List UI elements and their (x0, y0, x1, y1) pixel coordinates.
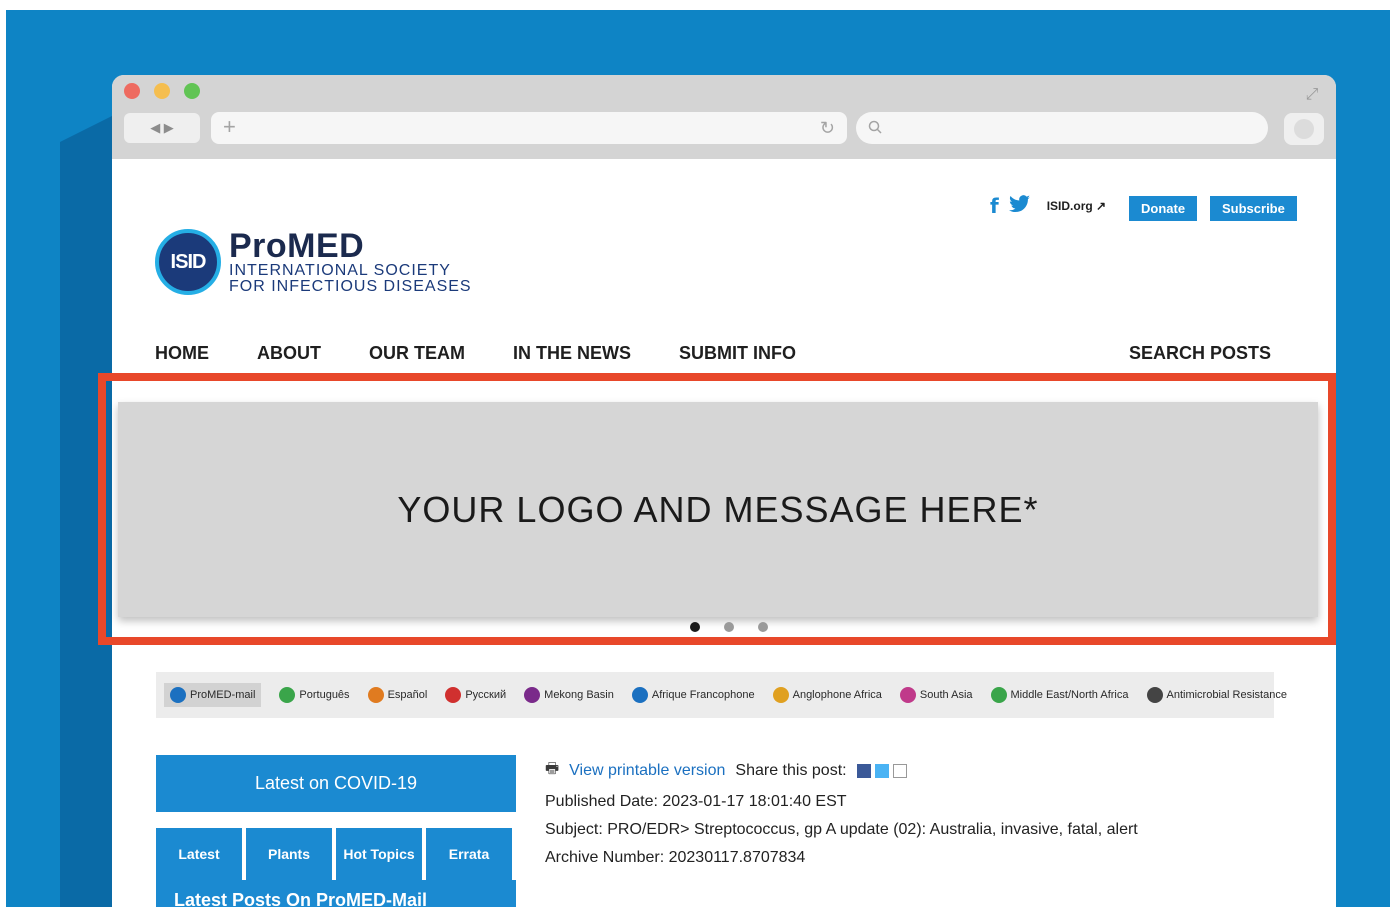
plus-icon[interactable]: + (223, 116, 236, 138)
carousel-dot[interactable] (724, 622, 734, 632)
mail-share-icon[interactable] (892, 763, 907, 778)
language-label: ProMED-mail (190, 689, 256, 701)
globe-icon (1146, 687, 1163, 703)
language-label: Afrique Francophone (651, 689, 755, 701)
facebook-share-icon[interactable] (856, 763, 871, 778)
language-item[interactable]: Español (367, 687, 428, 703)
close-window-button[interactable] (124, 83, 140, 99)
tab-plants[interactable]: Plants (246, 828, 332, 880)
expand-icon[interactable]: ⤢ (1302, 85, 1322, 105)
language-item[interactable]: Middle East/North Africa (990, 687, 1129, 703)
isid-org-link[interactable]: ISID.org ↗ (1047, 199, 1106, 213)
language-label: South Asia (919, 689, 973, 701)
twitter-share-icon[interactable] (874, 763, 889, 778)
language-item[interactable]: Afrique Francophone (631, 687, 755, 703)
globe-icon (367, 687, 384, 703)
promed-logo[interactable]: ISID ProMED INTERNATIONAL SOCIETY FOR IN… (155, 229, 472, 295)
subscribe-button[interactable]: Subscribe (1210, 196, 1297, 221)
globe-icon (772, 687, 789, 703)
language-bar: ProMED-mail Português Español Русский Mekong… (156, 672, 1287, 718)
printable-version-link[interactable]: View printable version (569, 762, 725, 780)
browser-chrome: ⤢ ◀ ▶ + ↻ (112, 75, 1336, 159)
logo-title: ProMED (229, 227, 365, 265)
nav-in-the-news[interactable]: IN THE NEWS (513, 343, 631, 364)
logo-subtitle-1: INTERNATIONAL SOCIETY (229, 262, 451, 279)
printer-icon: 🖶 (545, 759, 560, 777)
globe-icon (170, 687, 186, 703)
back-forward-buttons[interactable]: ◀ ▶ (124, 113, 200, 143)
post-meta: 🖶 View printable version Share this post… (545, 758, 1245, 867)
language-item[interactable]: Antimicrobial Resistance (1146, 687, 1287, 703)
promo-message: YOUR LOGO AND MESSAGE HERE* (397, 488, 1039, 530)
main-nav: HOME ABOUT OUR TEAM IN THE NEWS SUBMIT I… (155, 343, 796, 364)
latest-covid-button[interactable]: Latest on COVID-19 (156, 755, 516, 812)
logo-text: ProMED INTERNATIONAL SOCIETY FOR INFECTI… (229, 229, 472, 295)
carousel-dot[interactable] (758, 622, 768, 632)
language-item[interactable]: South Asia (899, 687, 973, 703)
carousel-dot[interactable] (690, 622, 700, 632)
donate-button[interactable]: Donate (1129, 196, 1198, 221)
language-item[interactable]: Anglophone Africa (772, 687, 882, 703)
address-bar[interactable]: + ↻ (211, 112, 847, 144)
share-icons (856, 763, 907, 778)
language-label: Mekong Basin (544, 689, 614, 701)
sidebar-tabs: Latest Plants Hot Topics Errata (156, 828, 512, 880)
minimize-window-button[interactable] (154, 83, 170, 99)
browser-search-bar[interactable] (856, 112, 1268, 144)
nav-submit-info[interactable]: SUBMIT INFO (679, 343, 796, 364)
isid-badge: ISID (155, 229, 221, 295)
language-label: Español (387, 689, 428, 701)
globe-icon (279, 687, 296, 703)
globe-icon (445, 687, 462, 703)
nav-home[interactable]: HOME (155, 343, 209, 364)
share-label: Share this post: (735, 761, 847, 779)
social-links: f ISID.org ↗ (990, 194, 1106, 218)
globe-icon (990, 687, 1007, 703)
profile-button[interactable] (1284, 113, 1324, 145)
language-item[interactable]: Português (279, 687, 350, 703)
language-label: Middle East/North Africa (1010, 689, 1129, 701)
language-item[interactable]: Mekong Basin (524, 687, 614, 703)
tab-latest[interactable]: Latest (156, 828, 242, 880)
language-label: Antimicrobial Resistance (1166, 689, 1287, 701)
reload-icon[interactable]: ↻ (820, 118, 835, 139)
maximize-window-button[interactable] (184, 83, 200, 99)
tab-errata[interactable]: Errata (426, 828, 512, 880)
search-icon (868, 120, 882, 134)
facebook-icon[interactable]: f (990, 194, 999, 218)
post-subject: Subject: PRO/EDR> Streptococcus, gp A up… (545, 821, 1138, 838)
globe-icon (524, 687, 541, 703)
language-item[interactable]: ProMED-mail (164, 683, 262, 707)
latest-posts-header: Latest Posts On ProMED-Mail (156, 880, 516, 907)
language-label: Русский (465, 689, 507, 701)
promo-banner[interactable]: YOUR LOGO AND MESSAGE HERE* (118, 402, 1318, 617)
globe-icon (899, 687, 916, 703)
archive-number: Archive Number: 20230117.8707834 (545, 849, 806, 866)
published-date: Published Date: 2023-01-17 18:01:40 EST (545, 793, 847, 810)
tab-hot-topics[interactable]: Hot Topics (336, 828, 422, 880)
language-label: Anglophone Africa (792, 689, 882, 701)
globe-icon (631, 687, 648, 703)
language-label: Português (299, 689, 350, 701)
share-row: 🖶 View printable version Share this post… (545, 758, 1245, 783)
language-item[interactable]: Русский (445, 687, 506, 703)
nav-about[interactable]: ABOUT (257, 343, 321, 364)
logo-subtitle-2: FOR INFECTIOUS DISEASES (229, 278, 472, 295)
nav-our-team[interactable]: OUR TEAM (369, 343, 465, 364)
carousel-dots (690, 622, 768, 632)
twitter-icon[interactable] (1008, 194, 1031, 218)
search-posts-link[interactable]: SEARCH POSTS (1129, 343, 1271, 364)
